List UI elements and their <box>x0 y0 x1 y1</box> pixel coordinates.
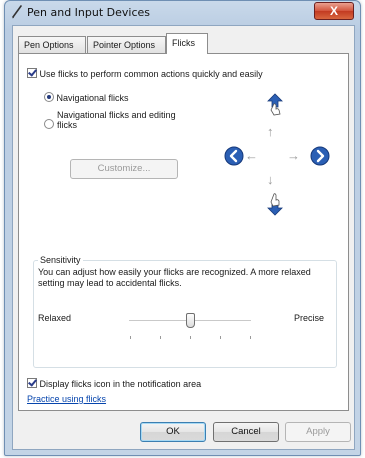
flick-down-icon <box>262 193 286 221</box>
flick-left-icon <box>224 146 244 168</box>
precise-label: Precise <box>294 313 325 323</box>
navigational-editing-flicks-label: Navigational flicks and editing flicks <box>57 110 176 130</box>
flick-right-icon <box>310 146 330 168</box>
sensitivity-description: You can adjust how easily your flicks ar… <box>38 267 311 288</box>
use-flicks-option[interactable]: Use flicks to perform common actions qui… <box>27 68 263 79</box>
notification-icon-checkbox[interactable] <box>27 378 37 388</box>
navigational-editing-flicks-option[interactable]: Navigational flicks and editing flicks <box>44 110 194 130</box>
notification-option[interactable]: Display flicks icon in the notification … <box>27 378 201 389</box>
close-button[interactable]: X <box>314 2 354 20</box>
sensitivity-title: Sensitivity <box>38 255 83 265</box>
navigational-flicks-radio[interactable] <box>44 92 54 102</box>
tab-flicks[interactable]: Flicks <box>166 33 208 54</box>
slider-tick <box>130 336 131 339</box>
sensitivity-slider-thumb[interactable] <box>185 313 195 328</box>
practice-flicks-link[interactable]: Practice using flicks <box>27 394 106 404</box>
relaxed-label: Relaxed <box>38 313 72 323</box>
navigational-flicks-label: Navigational flicks <box>56 93 129 103</box>
dialog-client: Pen Options Pointer Options Flicks Use f… <box>12 25 355 450</box>
slider-tick <box>250 336 251 339</box>
flick-up-icon <box>262 92 286 118</box>
flicks-tab-panel: Use flicks to perform common actions qui… <box>18 53 349 411</box>
slider-tick <box>220 336 221 339</box>
down-arrow-icon: ↓ <box>267 172 274 187</box>
navigational-flicks-option[interactable]: Navigational flicks <box>44 92 129 103</box>
notification-icon-label: Display flicks icon in the notification … <box>39 379 202 389</box>
pen-input-devices-window: Pen and Input Devices X Pen Options Poin… <box>4 0 361 456</box>
sensitivity-group: Sensitivity You can adjust how easily yo… <box>33 255 337 368</box>
left-arrow-icon: ← <box>245 148 258 163</box>
tab-pen-options[interactable]: Pen Options <box>18 36 86 53</box>
cancel-button[interactable]: Cancel <box>213 422 279 442</box>
use-flicks-checkbox[interactable] <box>27 68 37 78</box>
slider-tick <box>190 336 191 339</box>
title-bar[interactable]: Pen and Input Devices X <box>5 1 360 25</box>
right-arrow-icon: → <box>287 148 300 163</box>
window-title: Pen and Input Devices <box>27 6 150 19</box>
slider-tick <box>160 336 161 339</box>
customize-button[interactable]: Customize... <box>70 159 178 179</box>
apply-button[interactable]: Apply <box>285 422 351 442</box>
pen-icon <box>11 5 23 19</box>
navigational-editing-flicks-radio[interactable] <box>44 119 54 129</box>
use-flicks-label: Use flicks to perform common actions qui… <box>39 69 263 79</box>
ok-button[interactable]: OK <box>140 422 206 442</box>
up-arrow-icon: ↑ <box>267 124 274 139</box>
tab-pointer-options[interactable]: Pointer Options <box>87 36 166 53</box>
